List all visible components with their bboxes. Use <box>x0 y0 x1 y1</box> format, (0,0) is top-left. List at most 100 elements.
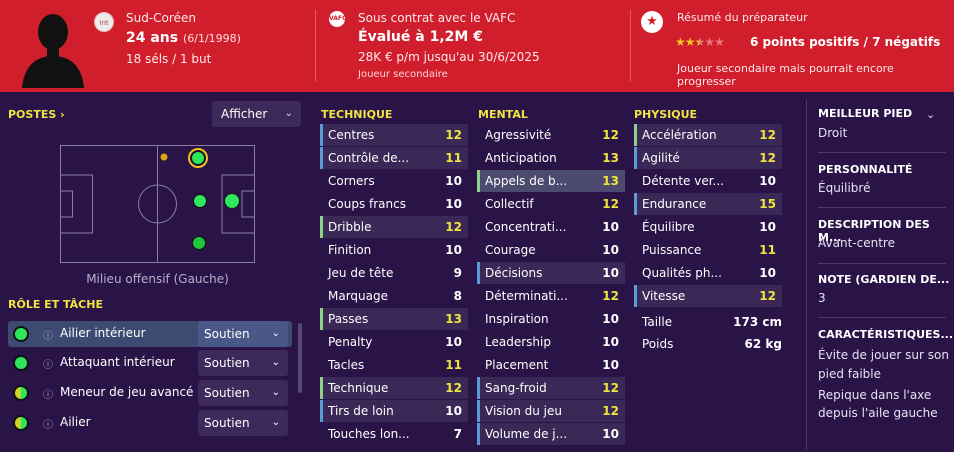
attribute-row[interactable]: Détente ver... 10 <box>634 170 782 192</box>
attribute-value: 10 <box>602 312 619 326</box>
position-marker-amr[interactable] <box>192 236 206 250</box>
role-row[interactable]: ⓘ Ailier intérieur Soutien ⌄ <box>8 321 292 347</box>
attribute-row[interactable]: Agressivité 12 <box>477 124 625 146</box>
attribute-name: Leadership <box>485 335 551 349</box>
attribute-row[interactable]: Marquage 8 <box>320 285 468 307</box>
attribute-row[interactable]: Jeu de tête 9 <box>320 262 468 284</box>
duty-dropdown[interactable]: Soutien ⌄ <box>198 410 288 436</box>
positions-title[interactable]: POSTES › <box>8 108 65 121</box>
attribute-row[interactable]: Volume de j... 10 <box>477 423 625 445</box>
position-marker-aml[interactable] <box>191 151 205 165</box>
attribute-row[interactable]: Penalty 10 <box>320 331 468 353</box>
attribute-row[interactable]: Accélération 12 <box>634 124 782 146</box>
attribute-row[interactable]: Touches lon... 7 <box>320 423 468 445</box>
duty-dropdown[interactable]: Soutien ⌄ <box>198 350 288 376</box>
duty-dropdown[interactable]: Soutien ⌄ <box>198 321 288 347</box>
duty-label: Soutien <box>204 356 250 370</box>
info-icon[interactable]: ⓘ <box>43 327 53 342</box>
position-marker-amc[interactable] <box>224 193 240 209</box>
role-suitability-full-icon <box>13 326 29 342</box>
attribute-row[interactable]: Appels de b... 13 <box>477 170 625 192</box>
chevron-down-icon: ⌄ <box>271 328 280 339</box>
attribute-row[interactable]: Technique 12 <box>320 377 468 399</box>
attribute-row[interactable]: Concentrati... 10 <box>477 216 625 238</box>
attribute-value: 10 <box>759 220 776 234</box>
technique-title: TECHNIQUE <box>321 108 393 121</box>
chevron-right-icon: › <box>60 108 65 121</box>
positions-show-dropdown[interactable]: Afficher ⌄ <box>212 101 301 127</box>
attribute-row[interactable]: Agilité 12 <box>634 147 782 169</box>
attribute-row[interactable]: Tacles 11 <box>320 354 468 376</box>
attribute-row[interactable]: Collectif 12 <box>477 193 625 215</box>
nationality-flag-icon: Int <box>94 12 114 32</box>
star-empty-icon: ★ <box>704 35 715 49</box>
coach-points-summary: 6 points positifs / 7 négatifs <box>750 35 941 49</box>
role-suitability-partial-icon <box>13 385 29 401</box>
attribute-row[interactable]: Anticipation 13 <box>477 147 625 169</box>
attribute-value: 10 <box>602 266 619 280</box>
attribute-name: Courage <box>485 243 536 257</box>
roles-scrollbar[interactable] <box>298 323 302 393</box>
chevron-down-icon: ⌄ <box>271 417 280 428</box>
duty-label: Soutien <box>204 416 250 430</box>
star-rating: ★★★★★ <box>675 35 725 49</box>
position-marker-alternate[interactable] <box>159 152 169 162</box>
attribute-value: 12 <box>602 289 619 303</box>
attribute-row[interactable]: Corners 10 <box>320 170 468 192</box>
attribute-name: Concentrati... <box>485 220 567 234</box>
goalkeeper-rating-value: 3 <box>818 291 826 305</box>
weight-row: Poids 62 kg <box>642 337 782 351</box>
attribute-row[interactable]: Sang-froid 12 <box>477 377 625 399</box>
attribute-row[interactable]: Puissance 11 <box>634 239 782 261</box>
attribute-row[interactable]: Tirs de loin 10 <box>320 400 468 422</box>
attribute-name: Penalty <box>328 335 373 349</box>
attribute-name: Agressivité <box>485 128 552 142</box>
attribute-row[interactable]: Leadership 10 <box>477 331 625 353</box>
star-full-icon: ★ <box>675 35 686 49</box>
attribute-row[interactable]: Déterminati... 12 <box>477 285 625 307</box>
attribute-row[interactable]: Contrôle de... 11 <box>320 147 468 169</box>
info-icon[interactable]: ⓘ <box>43 416 53 431</box>
attribute-row[interactable]: Décisions 10 <box>477 262 625 284</box>
positions-pitch <box>60 145 255 263</box>
contract-status[interactable]: Sous contrat avec le VAFC <box>358 11 515 25</box>
attribute-row[interactable]: Finition 10 <box>320 239 468 261</box>
chevron-down-icon[interactable]: ⌄ <box>926 108 935 121</box>
attribute-name: Qualités ph... <box>642 266 722 280</box>
attribute-row[interactable]: Passes 13 <box>320 308 468 330</box>
role-row[interactable]: ⓘ Meneur de jeu avancé Soutien ⌄ <box>8 380 292 406</box>
position-marker-st[interactable] <box>193 194 207 208</box>
coach-report-title[interactable]: Résumé du préparateur <box>677 11 808 24</box>
attribute-row[interactable]: Dribble 12 <box>320 216 468 238</box>
attribute-name: Corners <box>328 174 375 188</box>
weight-value: 62 kg <box>744 337 782 351</box>
attribute-row[interactable]: Équilibre 10 <box>634 216 782 238</box>
trait-line: depuis l'aile gauche <box>818 406 938 420</box>
date-of-birth: (6/1/1998) <box>182 32 241 45</box>
star-half-icon: ★ <box>694 35 706 49</box>
attribute-row[interactable]: Vitesse 12 <box>634 285 782 307</box>
roles-title: RÔLE ET TÂCHE <box>8 298 103 311</box>
show-dropdown-label: Afficher <box>221 107 268 121</box>
international-caps[interactable]: 18 séls / 1 but <box>126 52 211 66</box>
attribute-row[interactable]: Courage 10 <box>477 239 625 261</box>
info-icon[interactable]: ⓘ <box>43 386 53 401</box>
role-row[interactable]: ⓘ Attaquant intérieur Soutien ⌄ <box>8 350 292 376</box>
attribute-row[interactable]: Qualités ph... 10 <box>634 262 782 284</box>
attribute-name: Finition <box>328 243 372 257</box>
attribute-row[interactable]: Coups francs 10 <box>320 193 468 215</box>
age-value: 24 ans <box>126 30 179 46</box>
role-row[interactable]: ⓘ Ailier Soutien ⌄ <box>8 410 292 436</box>
attribute-row[interactable]: Placement 10 <box>477 354 625 376</box>
height-value: 173 cm <box>733 315 782 329</box>
attribute-row[interactable]: Inspiration 10 <box>477 308 625 330</box>
attribute-row[interactable]: Centres 12 <box>320 124 468 146</box>
attribute-value: 13 <box>445 312 462 326</box>
attribute-row[interactable]: Endurance 15 <box>634 193 782 215</box>
attribute-row[interactable]: Vision du jeu 12 <box>477 400 625 422</box>
attribute-name: Agilité <box>642 151 680 165</box>
attribute-value: 10 <box>445 174 462 188</box>
duty-dropdown[interactable]: Soutien ⌄ <box>198 380 288 406</box>
info-icon[interactable]: ⓘ <box>43 356 53 371</box>
attribute-value: 7 <box>453 427 462 441</box>
